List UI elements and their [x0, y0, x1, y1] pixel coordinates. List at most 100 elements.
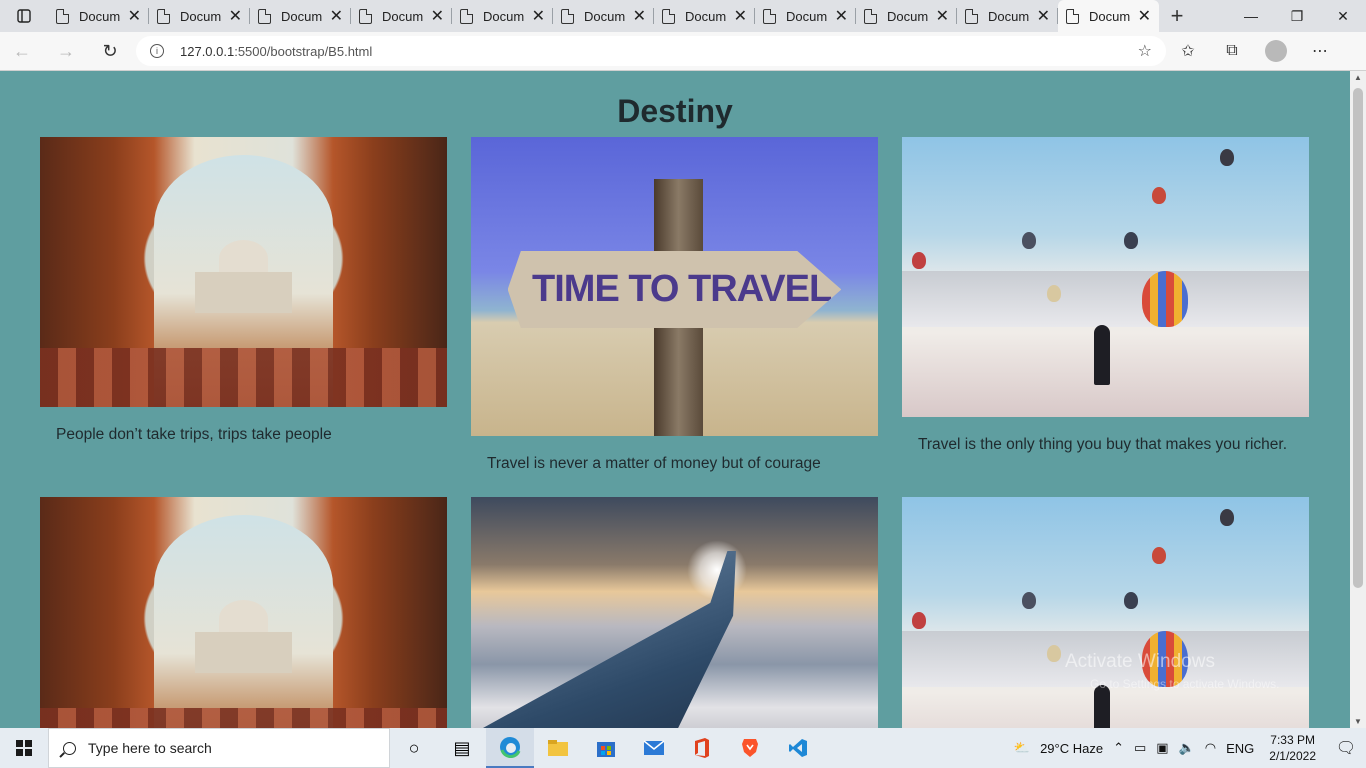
url-host: 127.0.0.1 [180, 43, 235, 59]
refresh-icon: ↻ [102, 40, 118, 61]
close-tab-icon[interactable]: ✕ [734, 6, 747, 26]
start-button[interactable] [0, 728, 48, 768]
travel-sign: TIME TO TRAVEL [507, 250, 842, 329]
browser-tab[interactable]: Docum ✕ [452, 0, 553, 32]
card-3: Travel is the only thing you buy that ma… [902, 137, 1309, 457]
close-window-button[interactable]: ✕ [1320, 0, 1366, 32]
close-tab-icon[interactable]: ✕ [229, 6, 242, 26]
card-2: TIME TO TRAVEL Travel is never a matter … [471, 137, 878, 476]
document-icon [864, 8, 877, 24]
document-icon [460, 8, 473, 24]
page-viewport: Destiny People don’t take trips, trips t… [0, 71, 1350, 728]
search-placeholder: Type here to search [88, 740, 212, 756]
office-button[interactable] [678, 728, 726, 768]
vscode-icon [789, 739, 807, 757]
vscode-button[interactable] [774, 728, 822, 768]
browser-tab[interactable]: Docum ✕ [149, 0, 250, 32]
browser-tab[interactable]: Docum ✕ [553, 0, 654, 32]
edge-taskbar-button[interactable] [486, 728, 534, 768]
tab-actions-button[interactable] [0, 0, 48, 32]
arrow-left-icon: ← [13, 40, 31, 61]
collections-icon[interactable]: ⧉ [1210, 42, 1254, 60]
url-text[interactable]: 127.0.0.1:5500/bootstrap/B5.html [180, 44, 1138, 59]
toolbar-right: ✩ ⧉ ⋯ [1166, 40, 1342, 62]
taj-mahal-image [40, 497, 447, 728]
sign-text: TIME TO TRAVEL [532, 267, 832, 310]
close-tab-icon[interactable]: ✕ [532, 6, 545, 26]
card-caption: Travel is never a matter of money but of… [487, 455, 821, 472]
document-icon [359, 8, 372, 24]
close-tab-icon[interactable]: ✕ [128, 6, 141, 26]
system-tray: ⛅ 29°C Haze ⌃ ▭ ▣ 🔈 ◠ ENG 7:33 PM 2/1/20… [1009, 728, 1366, 768]
store-button[interactable] [582, 728, 630, 768]
profile-avatar[interactable] [1265, 40, 1287, 62]
new-tab-button[interactable]: + [1159, 0, 1195, 32]
language-indicator[interactable]: ENG [1221, 741, 1259, 756]
notifications-icon[interactable]: 🗨 [1326, 738, 1366, 758]
clock-date: 2/1/2022 [1269, 749, 1316, 763]
add-favorite-icon[interactable]: ☆ [1138, 41, 1152, 61]
site-info-icon[interactable]: i [150, 44, 164, 58]
weather-text[interactable]: 29°C Haze [1035, 741, 1108, 756]
document-icon [1066, 8, 1079, 24]
browser-tab[interactable]: Docum ✕ [856, 0, 957, 32]
more-menu-icon[interactable]: ⋯ [1298, 41, 1342, 61]
mail-button[interactable] [630, 728, 678, 768]
scroll-down-icon[interactable]: ▼ [1354, 717, 1362, 726]
taskbar: Type here to search ○ ▤ ⛅ 29°C Haze ⌃ ▭ … [0, 728, 1366, 768]
browser-tab[interactable]: Docum ✕ [250, 0, 351, 32]
scroll-up-icon[interactable]: ▲ [1354, 73, 1362, 82]
task-view-glyph-icon: ▤ [453, 737, 471, 758]
office-icon [695, 738, 709, 758]
meet-now-icon[interactable]: ▣ [1151, 740, 1173, 756]
page-title: Destiny [617, 93, 733, 129]
close-tab-icon[interactable]: ✕ [835, 6, 848, 26]
chevron-up-icon[interactable]: ⌃ [1108, 740, 1129, 756]
task-view-icon[interactable]: ▤ [438, 728, 486, 768]
network-icon[interactable]: ◠ [1200, 740, 1221, 756]
taskbar-search-box[interactable]: Type here to search [48, 728, 390, 768]
forward-button[interactable]: → [44, 32, 88, 71]
edge-icon [500, 737, 521, 758]
file-explorer-button[interactable] [534, 728, 582, 768]
close-tab-icon[interactable]: ✕ [1037, 6, 1050, 26]
tab-title: Docum [1089, 8, 1131, 24]
restore-button[interactable]: ❐ [1274, 0, 1320, 32]
browser-tab[interactable]: Docum ✕ [654, 0, 755, 32]
browser-tab[interactable]: Docum ✕ [755, 0, 856, 32]
address-bar[interactable]: i 127.0.0.1:5500/bootstrap/B5.html ☆ [136, 36, 1166, 66]
favorites-icon[interactable]: ✩ [1166, 41, 1210, 61]
cortana-circle-icon: ○ [408, 737, 420, 758]
close-tab-icon[interactable]: ✕ [936, 6, 949, 26]
scrollbar-thumb[interactable] [1353, 88, 1363, 588]
browser-tab[interactable]: Docum ✕ [957, 0, 1058, 32]
browser-toolbar: ← → ↻ i 127.0.0.1:5500/bootstrap/B5.html… [0, 32, 1366, 71]
back-button[interactable]: ← [0, 32, 44, 71]
close-tab-icon[interactable]: ✕ [633, 6, 646, 26]
brave-button[interactable] [726, 728, 774, 768]
clock[interactable]: 7:33 PM 2/1/2022 [1259, 732, 1326, 764]
document-icon [662, 8, 675, 24]
close-tab-icon[interactable]: ✕ [1138, 6, 1151, 26]
taj-mahal-image [40, 137, 447, 407]
vertical-scrollbar[interactable]: ▲ ▼ [1350, 71, 1366, 728]
task-view-button[interactable]: ○ [390, 728, 438, 768]
close-tab-icon[interactable]: ✕ [330, 6, 343, 26]
browser-tab[interactable]: Docum ✕ [48, 0, 149, 32]
browser-tab-active[interactable]: Docum ✕ [1058, 0, 1159, 32]
tab-title: Docum [887, 8, 929, 24]
airplane-wing-image [471, 497, 878, 728]
windows-logo-icon [16, 740, 32, 756]
browser-tab[interactable]: Docum ✕ [351, 0, 452, 32]
search-icon [63, 741, 76, 755]
time-to-travel-image: TIME TO TRAVEL [471, 137, 878, 436]
close-tab-icon[interactable]: ✕ [431, 6, 444, 26]
weather-icon[interactable]: ⛅ [1009, 740, 1035, 756]
battery-icon[interactable]: ▭ [1129, 740, 1151, 756]
refresh-button[interactable]: ↻ [88, 32, 132, 71]
brave-lion-icon [742, 739, 758, 757]
volume-icon[interactable]: 🔈 [1174, 740, 1200, 756]
minimize-button[interactable]: — [1228, 0, 1274, 32]
document-icon [763, 8, 776, 24]
activate-windows-watermark: Activate Windows [1065, 651, 1215, 672]
